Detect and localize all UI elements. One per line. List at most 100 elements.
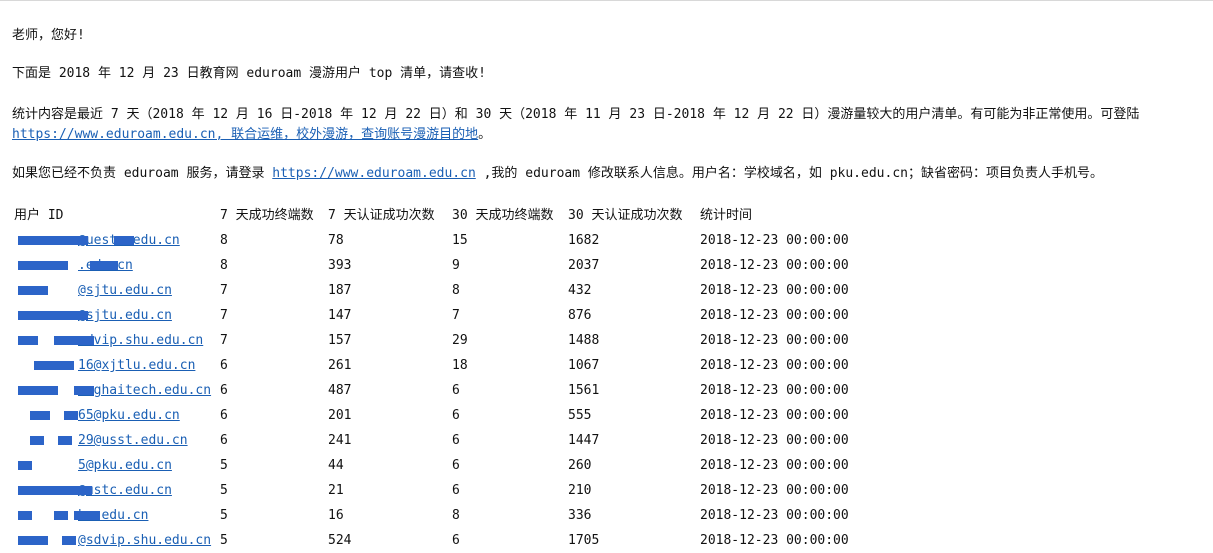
cell-stat-time: 2018-12-23 00:00:00 [700,458,849,473]
cell-30d-terminals: 18 [452,358,468,373]
redaction-block [18,511,32,520]
cell-7d-auths: 487 [328,383,352,398]
cell-30d-terminals: 9 [452,258,460,273]
stats-end: 。 [478,127,492,142]
cell-user-id: 16@xjtlu.edu.cn [12,353,218,378]
user-id-wrap: @sdvip.shu.edu.cn [14,528,211,553]
user-id-wrap: @sjtu.edu.cn [14,278,172,303]
redaction-block [58,436,72,445]
redaction-block [64,411,78,420]
header-user-id: 用户 ID [14,208,64,223]
cell-user-id: .edu.cn [12,253,218,278]
cell-7d-auths: 393 [328,258,352,273]
cell-7d-terminals: 5 [220,508,228,523]
table-row: @uestc.edu.cn 8 78 15 1682 2018-12-23 00:00:0… [12,228,898,253]
redaction-block [18,536,48,545]
table-row: @sjtu.edu.cn 7 187 8 432 2018-12-23 00:00:00 [12,278,898,303]
redaction-block [18,386,58,395]
user-id-wrap: hu.edu.cn [14,503,148,528]
redaction-block [18,261,68,270]
cell-7d-terminals: 6 [220,358,228,373]
redaction-block [74,386,94,395]
cell-7d-auths: 16 [328,508,344,523]
greeting: 老师，您好! [12,28,85,43]
table-row: 65@pku.edu.cn 6 201 6 555 2018-12-23 00:00:00 [12,403,898,428]
cell-stat-time: 2018-12-23 00:00:00 [700,483,849,498]
cell-stat-time: 2018-12-23 00:00:00 [700,258,849,273]
cell-30d-terminals: 6 [452,433,460,448]
cell-7d-auths: 78 [328,233,344,248]
redaction-block [74,511,100,520]
cell-user-id: @uestc.edu.cn [12,228,218,253]
header-7d-auths: 7 天认证成功次数 [328,208,435,223]
cell-7d-terminals: 7 [220,333,228,348]
redaction-block [18,461,32,470]
cell-stat-time: 2018-12-23 00:00:00 [700,533,849,548]
eduroam-login-link[interactable]: https://www.eduroam.edu.cn [272,166,476,181]
table-row: 5@pku.edu.cn 5 44 6 260 2018-12-23 00:00:00 [12,453,898,478]
cell-7d-terminals: 5 [220,483,228,498]
table-row: 16@xjtlu.edu.cn 6 261 18 1067 2018-12-23 00:0… [12,353,898,378]
cell-7d-auths: 157 [328,333,352,348]
cell-stat-time: 2018-12-23 00:00:00 [700,308,849,323]
roaming-users-table: 用户 ID 7 天成功终端数 7 天认证成功次数 30 天成功终端数 30 天认… [12,203,898,553]
cell-30d-auths: 1682 [568,233,600,248]
cell-stat-time: 2018-12-23 00:00:00 [700,433,849,448]
cell-30d-terminals: 6 [452,483,460,498]
cell-user-id: sdvip.shu.edu.cn [12,328,218,353]
redaction-block [30,411,50,420]
user-id-wrap: @ustc.edu.cn [14,478,172,503]
table-header-row: 用户 ID 7 天成功终端数 7 天认证成功次数 30 天成功终端数 30 天认… [12,203,898,228]
cell-30d-terminals: 29 [452,333,468,348]
cell-30d-auths: 1067 [568,358,600,373]
user-id-wrap: 65@pku.edu.cn [14,403,180,428]
redaction-block [18,311,88,320]
cell-30d-auths: 432 [568,283,592,298]
cell-7d-auths: 147 [328,308,352,323]
cell-30d-auths: 876 [568,308,592,323]
header-30d-auths: 30 天认证成功次数 [568,208,683,223]
contact-text-pre: 如果您已经不负责 eduroam 服务，请登录 [12,166,273,181]
table-row: @sjtu.edu.cn 7 147 7 876 2018-12-23 00:00:00 [12,303,898,328]
table-row: @ustc.edu.cn 5 21 6 210 2018-12-23 00:00:00 [12,478,898,503]
table-row: hu.edu.cn 5 16 8 336 2018-12-23 00:00:00 [12,503,898,528]
cell-30d-terminals: 8 [452,508,460,523]
redaction-block [62,536,76,545]
user-id-link[interactable]: sdvip.shu.edu.cn [14,333,203,348]
cell-7d-auths: 21 [328,483,344,498]
user-id-wrap: @uestc.edu.cn [14,228,180,253]
table-row: sdvip.shu.edu.cn 7 157 29 1488 2018-12-23 00:… [12,328,898,353]
cell-7d-terminals: 5 [220,458,228,473]
cell-30d-auths: 210 [568,483,592,498]
user-id-wrap: anghaitech.edu.cn [14,378,211,403]
cell-user-id: @sjtu.edu.cn [12,278,218,303]
cell-user-id: anghaitech.edu.cn [12,378,218,403]
cell-30d-auths: 336 [568,508,592,523]
cell-30d-auths: 1488 [568,333,600,348]
cell-stat-time: 2018-12-23 00:00:00 [700,358,849,373]
user-id-link[interactable]: 5@pku.edu.cn [14,458,172,473]
cell-7d-auths: 261 [328,358,352,373]
cell-30d-auths: 2037 [568,258,600,273]
header-30d-terminals: 30 天成功终端数 [452,208,554,223]
cell-user-id: 65@pku.edu.cn [12,403,218,428]
table-row: .edu.cn 8 393 9 2037 2018-12-23 00:00:00 [12,253,898,278]
redaction-block [18,286,48,295]
user-id-wrap: 29@usst.edu.cn [14,428,188,453]
cell-stat-time: 2018-12-23 00:00:00 [700,233,849,248]
intro-text: 下面是 2018 年 12 月 23 日教育网 eduroam 漫游用户 top… [12,66,486,81]
cell-30d-terminals: 6 [452,458,460,473]
cell-7d-terminals: 8 [220,233,228,248]
cell-30d-auths: 260 [568,458,592,473]
cell-user-id: 29@usst.edu.cn [12,428,218,453]
cell-7d-terminals: 7 [220,283,228,298]
redaction-block [54,336,94,345]
cell-user-id: 5@pku.edu.cn [12,453,218,478]
eduroam-query-link[interactable]: https://www.eduroam.edu.cn, 联合运维，校外漫游，查询… [12,127,478,142]
cell-stat-time: 2018-12-23 00:00:00 [700,508,849,523]
table-row: @sdvip.shu.edu.cn 5 524 6 1705 2018-12-23 00:… [12,528,898,553]
cell-7d-auths: 44 [328,458,344,473]
cell-30d-auths: 555 [568,408,592,423]
contact-paragraph: 如果您已经不负责 eduroam 服务，请登录 https://www.edur… [12,164,1103,184]
cell-30d-auths: 1447 [568,433,600,448]
